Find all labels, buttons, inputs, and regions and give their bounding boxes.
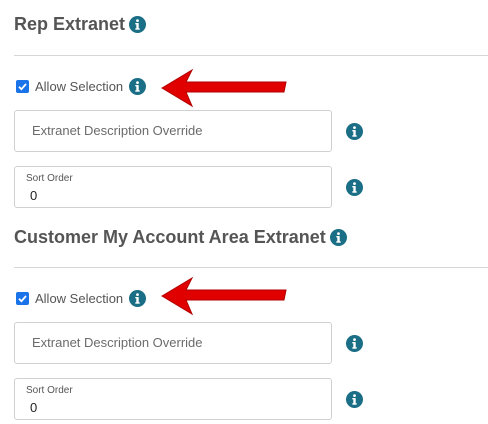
info-icon[interactable] bbox=[129, 290, 147, 307]
rep-sort-order-label: Sort Order bbox=[26, 173, 73, 184]
checkmark-icon bbox=[18, 295, 27, 303]
customer-description-placeholder: Extranet Description Override bbox=[32, 335, 203, 350]
customer-extranet-title-text: Customer My Account Area Extranet bbox=[14, 227, 326, 247]
rep-allow-selection-label: Allow Selection bbox=[35, 79, 124, 94]
customer-sort-order-value: 0 bbox=[30, 400, 38, 415]
customer-allow-selection[interactable]: Allow Selection bbox=[16, 290, 147, 307]
rep-description-override-input[interactable]: Extranet Description Override bbox=[14, 110, 332, 152]
customer-extranet-title: Customer My Account Area Extranet bbox=[14, 227, 347, 248]
customer-allow-selection-checkbox[interactable] bbox=[16, 292, 29, 305]
rep-description-placeholder: Extranet Description Override bbox=[32, 123, 203, 138]
rep-sort-order-input[interactable]: Sort Order 0 bbox=[14, 166, 332, 208]
red-arrow-left-icon bbox=[161, 68, 287, 108]
customer-sort-order-label: Sort Order bbox=[26, 385, 73, 396]
red-arrow-left-icon bbox=[161, 276, 287, 316]
rep-extranet-title-text: Rep Extranet bbox=[14, 14, 126, 34]
rep-extranet-title: Rep Extranet bbox=[14, 14, 147, 35]
info-icon[interactable] bbox=[346, 335, 363, 352]
info-icon[interactable] bbox=[346, 123, 363, 140]
rep-allow-selection[interactable]: Allow Selection bbox=[16, 78, 147, 95]
info-icon[interactable] bbox=[346, 179, 363, 196]
info-icon[interactable] bbox=[346, 391, 363, 408]
rep-sort-order-value: 0 bbox=[30, 188, 38, 203]
info-icon[interactable] bbox=[329, 229, 347, 246]
checkmark-icon bbox=[18, 83, 27, 91]
customer-sort-order-input[interactable]: Sort Order 0 bbox=[14, 378, 332, 420]
info-icon[interactable] bbox=[129, 78, 147, 95]
rep-allow-selection-checkbox[interactable] bbox=[16, 80, 29, 93]
customer-description-override-input[interactable]: Extranet Description Override bbox=[14, 322, 332, 364]
section-divider bbox=[14, 55, 488, 56]
customer-allow-selection-label: Allow Selection bbox=[35, 291, 124, 306]
section-divider bbox=[14, 267, 488, 268]
info-icon[interactable] bbox=[129, 16, 147, 33]
